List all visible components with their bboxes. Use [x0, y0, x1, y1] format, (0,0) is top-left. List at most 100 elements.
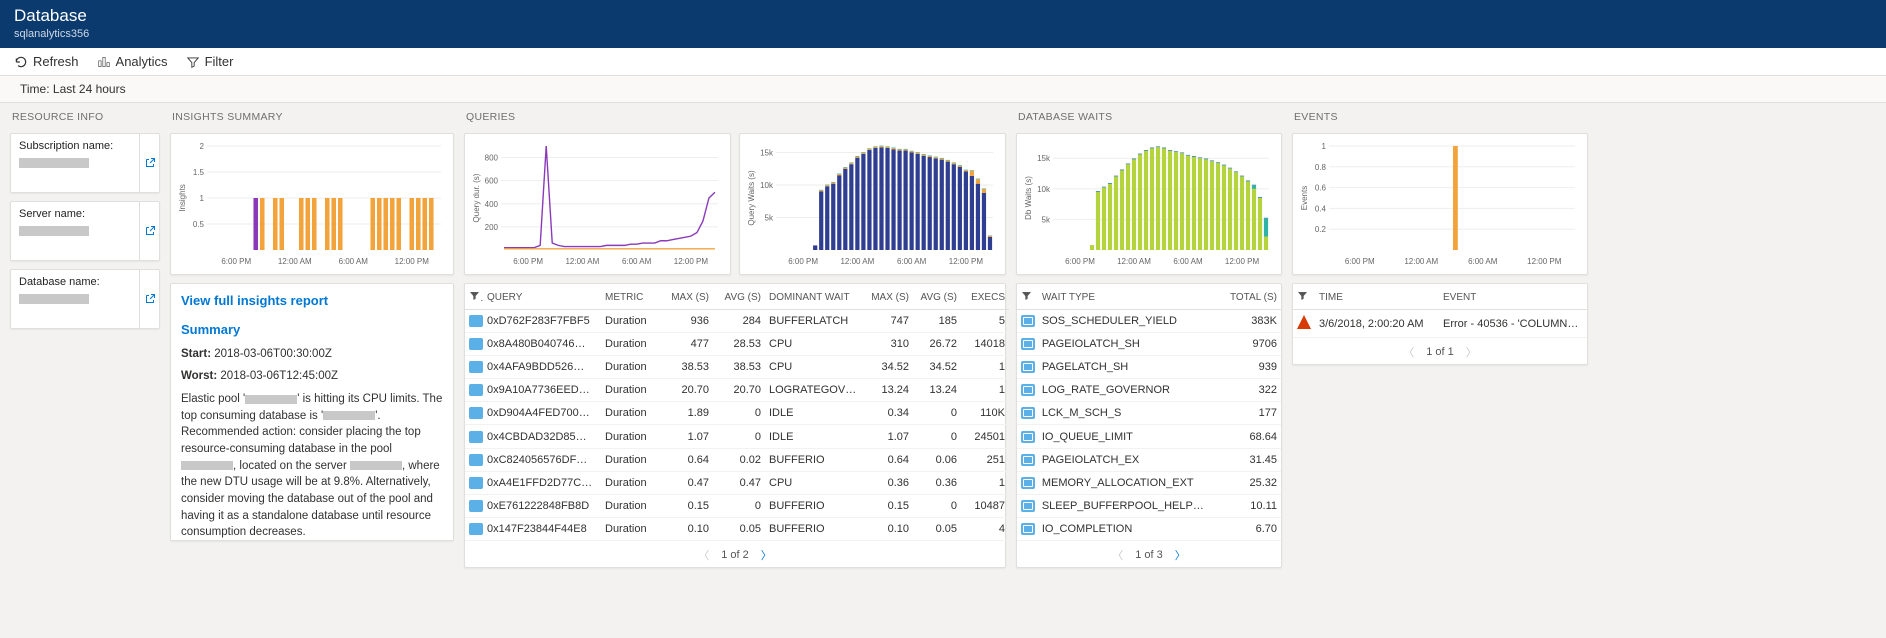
refresh-button[interactable]: Refresh [14, 54, 79, 69]
open-icon [144, 293, 156, 305]
time-filter[interactable]: Time: Last 24 hours [0, 76, 1886, 103]
query-waits-chart[interactable]: 5k10k15kQuery Waits (s)6:00 PM12:00 AM6:… [746, 140, 999, 268]
wait-icon [1021, 477, 1035, 489]
events-th-time[interactable]: TIME [1315, 284, 1439, 310]
query-icon [469, 477, 483, 489]
view-full-report-link[interactable]: View full insights report [181, 293, 328, 308]
error-icon [1297, 315, 1311, 329]
resource-column-header: RESOURCE INFO [12, 111, 160, 123]
query-duration-chart[interactable]: 200400600800Query dur. (s)6:00 PM12:00 A… [471, 140, 724, 268]
wait-icon [1021, 361, 1035, 373]
queries-pager-next[interactable]: 〉 [761, 547, 772, 563]
wait-icon [1021, 431, 1035, 443]
table-row[interactable]: IO_QUEUE_LIMIT68.64 [1017, 425, 1281, 448]
subscription-open-button[interactable] [139, 134, 159, 192]
query-icon [469, 338, 483, 350]
table-row[interactable]: 0xD762F283F7FBF5Duration936284BUFFERLATC… [465, 310, 1009, 333]
db-waits-chart-card: 5k10k15kDb Waits (s)6:00 PM12:00 AM6:00 … [1016, 133, 1282, 275]
svg-text:6:00 AM: 6:00 AM [622, 257, 652, 266]
waits-pager: 〈 1 of 3 〉 [1017, 541, 1281, 567]
svg-text:Db Waits (s): Db Waits (s) [1024, 176, 1033, 220]
wait-icon [1021, 315, 1035, 327]
wait-icon [1021, 384, 1035, 396]
queries-th-max2[interactable]: MAX (S) [865, 284, 913, 310]
queries-th-avg[interactable]: AVG (S) [713, 284, 765, 310]
waits-th-total[interactable]: TOTAL (S) [1212, 284, 1282, 310]
table-row[interactable]: 3/6/2018, 2:00:20 AMError - 40536 - 'COL… [1293, 310, 1587, 338]
query-icon [469, 315, 483, 327]
events-chart[interactable]: 0.20.40.60.81Events6:00 PM12:00 AM6:00 A… [1299, 140, 1581, 268]
queries-th-metric[interactable]: METRIC [601, 284, 661, 310]
waits-pager-label: 1 of 3 [1135, 549, 1163, 561]
filter-icon[interactable] [1297, 290, 1308, 301]
table-row[interactable]: 0xA4E1FFD2D77C…Duration0.470.47CPU0.360.… [465, 471, 1009, 494]
insights-report-card: View full insights report Summary Start:… [170, 283, 454, 541]
queries-th-query[interactable]: QUERY [483, 284, 601, 310]
page-subtitle: sqlanalytics356 [14, 28, 1872, 40]
table-row[interactable]: 0x147F23844F44E8Duration0.100.05BUFFERIO… [465, 517, 1009, 540]
table-row[interactable]: 0x9A10A7736EED…Duration20.7020.70LOGRATE… [465, 379, 1009, 402]
query-icon [469, 361, 483, 373]
refresh-icon [14, 55, 28, 69]
svg-text:5k: 5k [1042, 215, 1051, 224]
svg-text:10k: 10k [1037, 185, 1051, 194]
table-row[interactable]: 0x4CBDAD32D85…Duration1.070IDLE1.0702450… [465, 425, 1009, 448]
svg-text:Insights: Insights [178, 184, 187, 212]
table-row[interactable]: SLEEP_BUFFERPOOL_HELPLW10.11 [1017, 494, 1281, 517]
svg-text:6:00 AM: 6:00 AM [1468, 257, 1498, 266]
query-waits-chart-card: 5k10k15kQuery Waits (s)6:00 PM12:00 AM6:… [739, 133, 1006, 275]
table-row[interactable]: PAGEIOLATCH_SH9706 [1017, 333, 1281, 356]
toolbar: Refresh Analytics Filter [0, 48, 1886, 76]
svg-text:Query Waits (s): Query Waits (s) [747, 170, 756, 226]
queries-th-avg2[interactable]: AVG (S) [913, 284, 961, 310]
insights-summary-heading: Summary [181, 321, 443, 340]
queries-th-wait[interactable]: DOMINANT WAIT [765, 284, 865, 310]
table-row[interactable]: LOG_RATE_GOVERNOR322 [1017, 379, 1281, 402]
insights-chart-card: 0.511.52Insights6:00 PM12:00 AM6:00 AM12… [170, 133, 454, 275]
database-open-button[interactable] [139, 270, 159, 328]
events-pager-next[interactable]: 〉 [1466, 344, 1477, 360]
table-row[interactable]: 0xD904A4FED700…Duration1.890IDLE0.340110… [465, 402, 1009, 425]
events-table-card: TIME EVENT 3/6/2018, 2:00:20 AMError - 4… [1292, 283, 1588, 365]
svg-text:6:00 PM: 6:00 PM [1345, 257, 1375, 266]
table-row[interactable]: 0x8A480B040746…Duration47728.53CPU31026.… [465, 333, 1009, 356]
insights-column-header: INSIGHTS SUMMARY [172, 111, 454, 123]
svg-text:600: 600 [485, 177, 499, 186]
filter-icon[interactable] [1021, 290, 1032, 301]
filter-icon[interactable] [469, 290, 480, 301]
filter-button[interactable]: Filter [186, 54, 234, 69]
table-row[interactable]: 0xE761222848FB8DDuration0.150BUFFERIO0.1… [465, 494, 1009, 517]
svg-text:12:00 AM: 12:00 AM [565, 257, 599, 266]
insights-chart[interactable]: 0.511.52Insights6:00 PM12:00 AM6:00 AM12… [177, 140, 447, 268]
table-row[interactable]: PAGEIOLATCH_EX31.45 [1017, 448, 1281, 471]
table-row[interactable]: PAGELATCH_SH939 [1017, 356, 1281, 379]
queries-th-execs[interactable]: EXECS [961, 284, 1009, 310]
events-th-event[interactable]: EVENT [1439, 284, 1587, 310]
queries-pager: 〈 1 of 2 〉 [465, 541, 1005, 567]
server-open-button[interactable] [139, 202, 159, 260]
svg-text:12:00 PM: 12:00 PM [1527, 257, 1562, 266]
svg-text:0.4: 0.4 [1315, 204, 1327, 213]
waits-th-type[interactable]: WAIT TYPE [1038, 284, 1212, 310]
queries-pager-prev[interactable]: 〈 [698, 547, 709, 563]
events-pager-prev[interactable]: 〈 [1403, 344, 1414, 360]
events-pager: 〈 1 of 1 〉 [1293, 338, 1587, 364]
table-row[interactable]: SOS_SCHEDULER_YIELD383K [1017, 310, 1281, 333]
table-row[interactable]: 0x4AFA9BDD526…Duration38.5338.53CPU34.52… [465, 356, 1009, 379]
table-row[interactable]: MEMORY_ALLOCATION_EXT25.32 [1017, 471, 1281, 494]
insights-start-val: 2018-03-06T00:30:00Z [214, 348, 332, 360]
open-icon [144, 157, 156, 169]
queries-th-max[interactable]: MAX (S) [661, 284, 713, 310]
waits-pager-next[interactable]: 〉 [1175, 547, 1186, 563]
analytics-button[interactable]: Analytics [97, 54, 168, 69]
analytics-icon [97, 55, 111, 69]
database-label: Database name: [19, 276, 131, 288]
db-waits-chart[interactable]: 5k10k15kDb Waits (s)6:00 PM12:00 AM6:00 … [1023, 140, 1275, 268]
svg-text:12:00 PM: 12:00 PM [674, 257, 709, 266]
table-row[interactable]: LCK_M_SCH_S177 [1017, 402, 1281, 425]
table-row[interactable]: IO_COMPLETION6.70 [1017, 517, 1281, 540]
database-card: Database name: [10, 269, 160, 329]
insights-worst-key: Worst: [181, 370, 217, 382]
waits-pager-prev[interactable]: 〈 [1112, 547, 1123, 563]
table-row[interactable]: 0xC824056576DF…Duration0.640.02BUFFERIO0… [465, 448, 1009, 471]
